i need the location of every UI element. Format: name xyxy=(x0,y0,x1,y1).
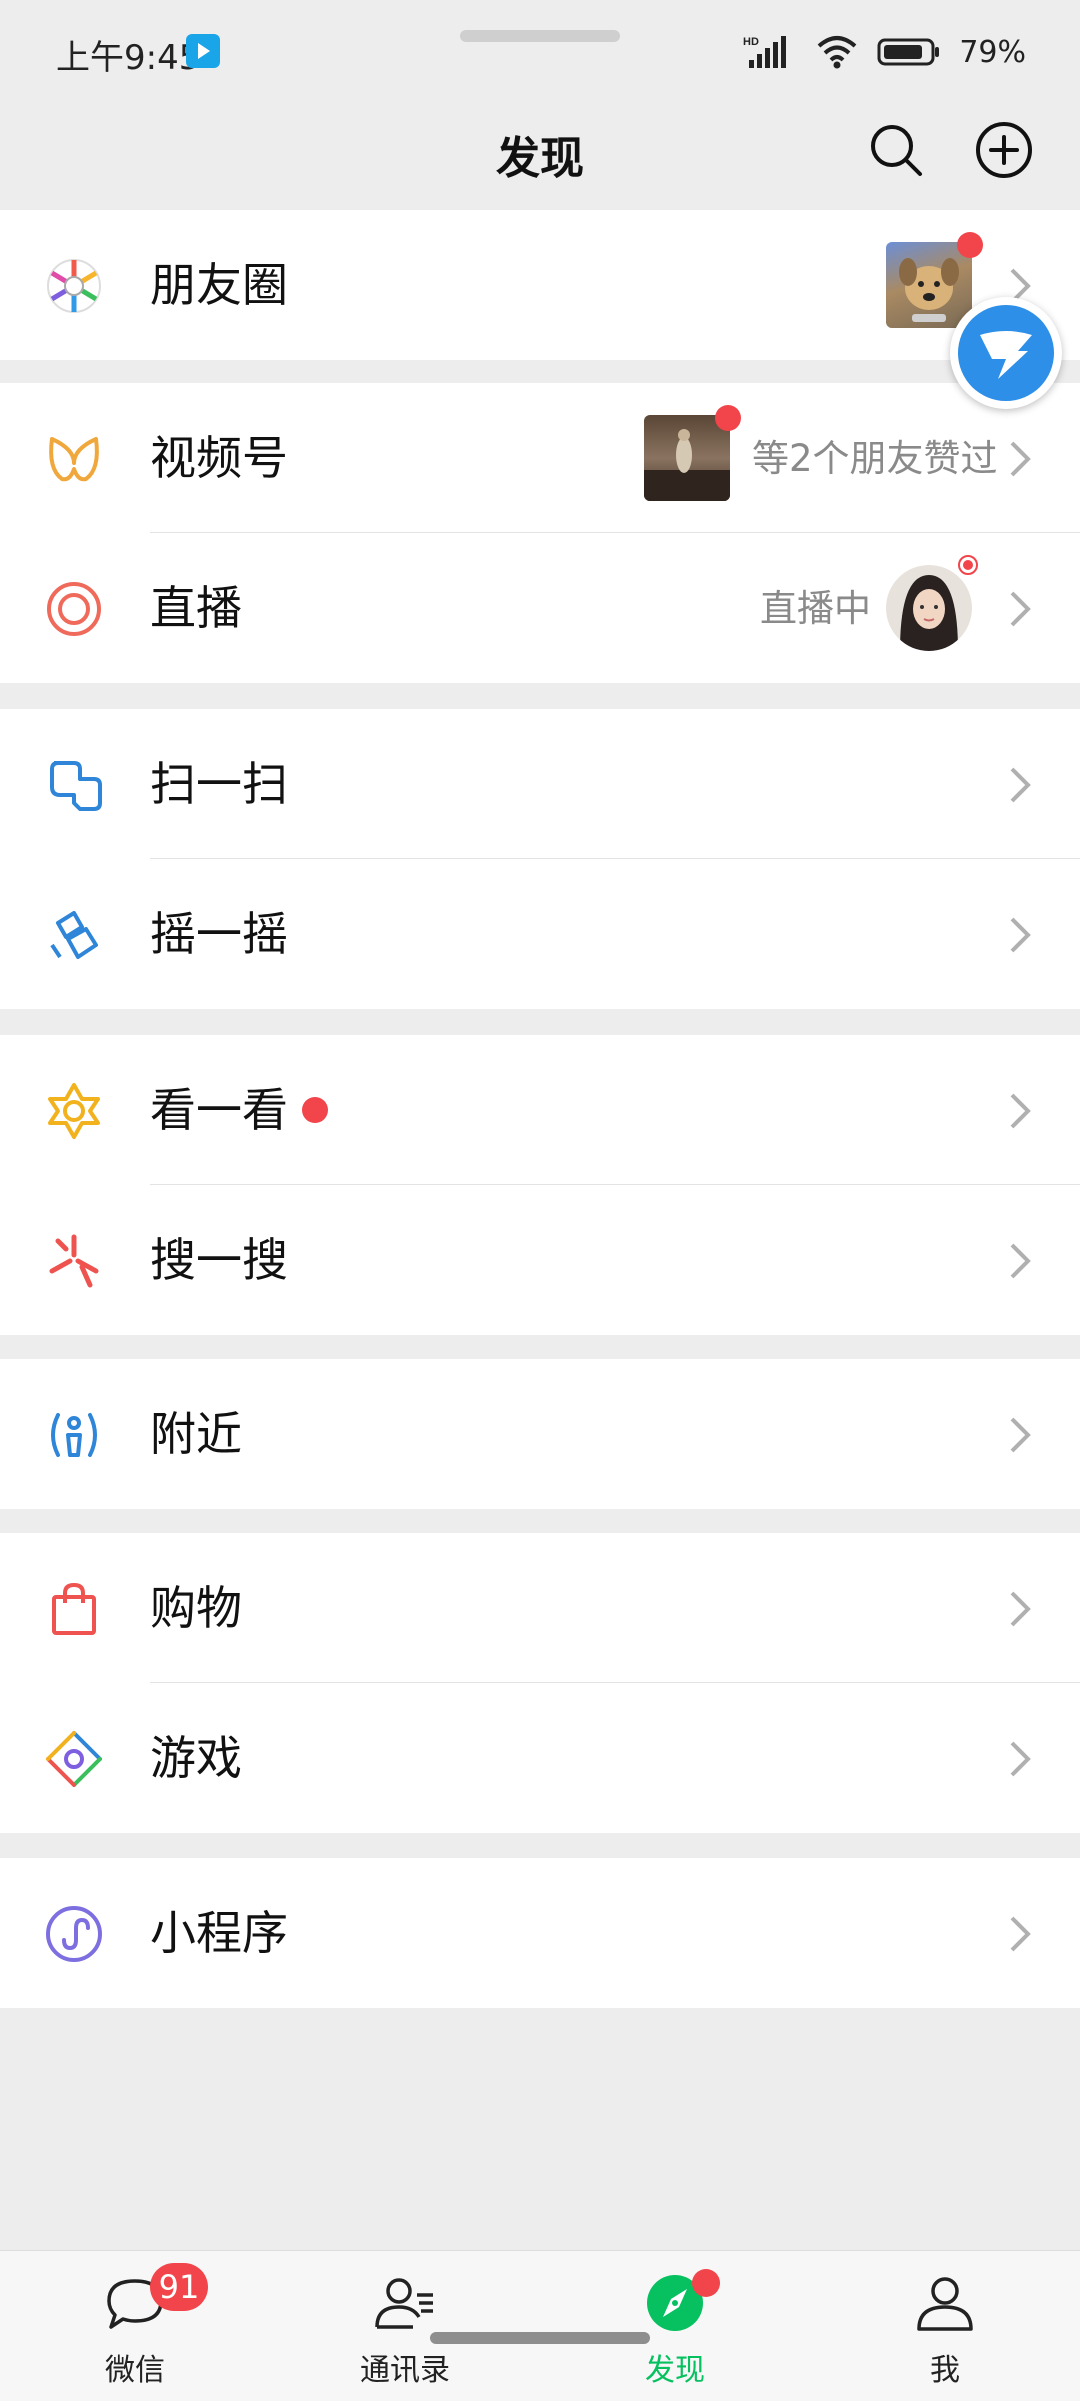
row-label-live: 直播 xyxy=(150,581,242,635)
row-nearby[interactable]: 附近 xyxy=(0,1359,1080,1509)
row-label-search-feature: 搜一搜 xyxy=(150,1233,288,1287)
row-label-top-stories: 看一看 xyxy=(150,1083,288,1137)
row-label-moments: 朋友圈 xyxy=(150,258,288,312)
group-moments: 朋友圈 xyxy=(0,210,1080,360)
floating-assistant-button[interactable] xyxy=(950,297,1062,409)
live-indicator-icon xyxy=(956,553,980,577)
signal-icon: HD xyxy=(743,36,787,68)
channels-thumbnail xyxy=(644,415,730,501)
status-right-cluster: HD 79% xyxy=(743,32,1026,72)
group-nearby: 附近 xyxy=(0,1359,1080,1509)
row-games[interactable]: 游戏 xyxy=(0,1683,1080,1833)
wifi-icon xyxy=(817,36,857,69)
notification-app-icon xyxy=(186,34,220,68)
top-stories-new-dot xyxy=(302,1097,328,1123)
shake-icon xyxy=(50,911,98,959)
top-stories-icon xyxy=(48,1083,100,1139)
row-scan[interactable]: 扫一扫 xyxy=(0,709,1080,859)
battery-percentage: 79% xyxy=(959,34,1026,70)
row-live[interactable]: 直播 直播中 xyxy=(0,533,1080,683)
discover-new-dot xyxy=(692,2269,720,2297)
group-channels-live: 视频号 等2个朋友赞过 直播 直播中 xyxy=(0,383,1080,683)
group-scan-shake: 扫一扫 摇一摇 xyxy=(0,709,1080,1009)
row-label-channels: 视频号 xyxy=(150,431,288,485)
unread-badge: 91 xyxy=(150,2263,208,2311)
row-top-stories[interactable]: 看一看 xyxy=(0,1035,1080,1185)
row-channels[interactable]: 视频号 等2个朋友赞过 xyxy=(0,383,1080,533)
nearby-icon xyxy=(51,1413,97,1457)
tab-label-contacts: 通讯录 xyxy=(360,2353,450,2388)
chevron-right-icon xyxy=(1010,441,1031,477)
row-search-feature[interactable]: 搜一搜 xyxy=(0,1185,1080,1335)
bottom-tab-bar: 91 微信 通讯录 发现 我 xyxy=(0,2250,1080,2401)
row-label-games: 游戏 xyxy=(150,1731,242,1785)
notch-pill xyxy=(460,30,620,42)
moments-icon xyxy=(47,259,101,313)
tab-label-discover: 发现 xyxy=(645,2353,705,2388)
games-icon xyxy=(46,1731,102,1787)
tab-me[interactable]: 我 xyxy=(810,2251,1080,2401)
floating-assistant-icon xyxy=(958,305,1054,401)
chevron-right-icon xyxy=(1010,1916,1031,1952)
tab-chats[interactable]: 91 微信 xyxy=(0,2251,270,2401)
add-circle-icon[interactable] xyxy=(972,118,1036,182)
row-moments[interactable]: 朋友圈 xyxy=(0,210,1080,360)
row-label-scan: 扫一扫 xyxy=(150,757,288,811)
tab-contacts[interactable]: 通讯录 xyxy=(270,2251,540,2401)
row-label-shake: 摇一摇 xyxy=(150,907,288,961)
chevron-right-icon xyxy=(1010,1591,1031,1627)
group-topstories-search: 看一看 搜一搜 xyxy=(0,1035,1080,1335)
group-mini-programs: 小程序 xyxy=(0,1858,1080,2008)
video-photo-icon xyxy=(644,429,730,501)
chevron-right-icon xyxy=(1010,591,1031,627)
contacts-icon xyxy=(375,2278,433,2329)
row-label-mini-programs: 小程序 xyxy=(150,1906,288,1960)
tab-label-me: 我 xyxy=(930,2353,960,2388)
tab-discover[interactable]: 发现 xyxy=(540,2251,810,2401)
mini-program-icon xyxy=(46,1906,102,1962)
row-label-nearby: 附近 xyxy=(150,1407,242,1461)
search-icon[interactable] xyxy=(864,118,928,182)
search-feature-icon xyxy=(49,1234,99,1288)
status-time: 上午9:45 xyxy=(56,38,201,78)
row-label-shopping: 购物 xyxy=(150,1581,242,1635)
chevron-right-icon xyxy=(1010,1243,1031,1279)
status-bar: 上午9:45 HD 79% xyxy=(0,0,1080,100)
channels-icon xyxy=(49,437,99,482)
scan-icon xyxy=(50,761,102,811)
channels-likes-text: 等2个朋友赞过 xyxy=(752,437,998,480)
row-shake[interactable]: 摇一摇 xyxy=(0,859,1080,1009)
chevron-right-icon xyxy=(1010,767,1031,803)
battery-icon xyxy=(877,38,940,66)
chevron-right-icon xyxy=(1010,917,1031,953)
chevron-right-icon xyxy=(1010,1093,1031,1129)
moments-new-dot xyxy=(957,232,983,258)
tab-label-chats: 微信 xyxy=(105,2353,165,2388)
group-shopping-games: 购物 游戏 xyxy=(0,1533,1080,1833)
shopping-bag-icon xyxy=(52,1582,96,1635)
me-icon xyxy=(917,2277,973,2331)
live-icon xyxy=(47,582,101,636)
home-indicator[interactable] xyxy=(430,2332,650,2344)
live-status-text: 直播中 xyxy=(760,587,871,630)
row-mini-programs[interactable]: 小程序 xyxy=(0,1858,1080,2008)
nav-bar: 发现 xyxy=(0,100,1080,210)
svg-text:HD: HD xyxy=(743,36,759,48)
row-shopping[interactable]: 购物 xyxy=(0,1533,1080,1683)
chevron-right-icon xyxy=(1010,1741,1031,1777)
chevron-right-icon xyxy=(1010,1417,1031,1453)
channels-new-dot xyxy=(715,405,741,431)
